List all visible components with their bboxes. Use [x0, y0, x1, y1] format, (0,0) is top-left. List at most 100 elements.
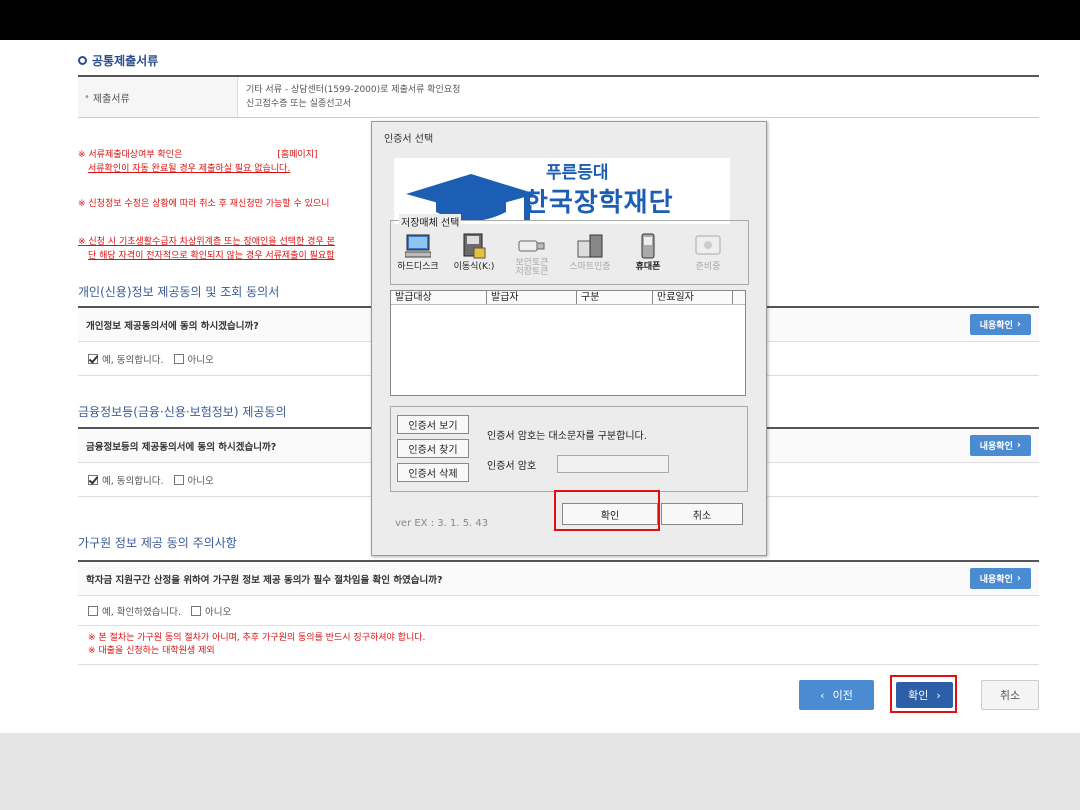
- chevron-right-icon: ›: [1016, 573, 1021, 584]
- certificate-list[interactable]: 발급대상 발급자 구분 만료일자: [390, 290, 746, 396]
- removable-disk-icon: [449, 233, 499, 259]
- chevron-right-icon: ›: [1016, 440, 1021, 451]
- financial-section-title: 금융정보등(금융·신용·보험정보) 제공동의: [78, 405, 287, 419]
- storage-legend: 저장매체 선택: [399, 214, 462, 229]
- note-3: ※ 신청 시 기초생활수급자 차상위계층 또는 장애인을 선택한 경우 본 단 …: [78, 235, 335, 263]
- find-certificate-button[interactable]: 인증서 찾기: [397, 439, 469, 458]
- certificate-actions: 인증서 보기 인증서 찾기 인증서 삭제 인증서 암호는 대소문자를 구분합니다…: [390, 406, 748, 492]
- note-3a: ※ 신청 시 기초생활수급자 차상위계층 또는 장애인을 선택한 경우 본: [78, 237, 335, 247]
- family-yes-label: 예, 확인하였습니다.: [102, 606, 181, 618]
- family-agree-box: 학자금 지원구간 산정을 위하여 가구원 정보 제공 동의가 필수 절차임을 확…: [78, 560, 1039, 665]
- highlight-dialog-ok-box: [554, 490, 660, 531]
- personal-no-checkbox[interactable]: [173, 353, 184, 364]
- dialog-title: 인증서 선택: [384, 134, 434, 145]
- personal-yes-checkbox[interactable]: [88, 353, 98, 364]
- logo-title: 한국장학재단: [524, 188, 674, 218]
- password-label: 인증서 암호: [487, 461, 537, 472]
- cancel-label: 취소: [999, 689, 1021, 702]
- detail-label: 내용확인: [979, 442, 1013, 452]
- docs-line-2: 신고접수증 또는 실종선고서: [246, 99, 352, 109]
- family-no-label: 아니오: [204, 606, 232, 618]
- financial-no-label: 아니오: [187, 475, 214, 487]
- chevron-right-icon: ›: [1016, 319, 1021, 330]
- note-1: ※ 서류제출대상여부 확인은 [홈페이지] 서류확인이 자동 완료될 경우 제출하…: [78, 148, 318, 176]
- financial-yes-label: 예, 동의합니다.: [102, 475, 164, 487]
- financial-detail-button[interactable]: 내용확인 ›: [969, 435, 1031, 456]
- docs-title-text: 공통제출서류: [92, 54, 159, 68]
- family-question-row: 학자금 지원구간 산정을 위하여 가구원 정보 제공 동의가 필수 절차임을 확…: [78, 562, 1039, 596]
- view-certificate-button[interactable]: 인증서 보기: [397, 415, 469, 434]
- col-issuer: 발급자: [487, 291, 577, 304]
- personal-no-label: 아니오: [187, 354, 214, 366]
- family-yes-checkbox[interactable]: [88, 605, 98, 616]
- cancel-button[interactable]: 취소: [981, 680, 1039, 710]
- family-section-title: 가구원 정보 제공 동의 주의사항: [78, 536, 237, 550]
- detail-label: 내용확인: [979, 321, 1013, 331]
- top-bar: [0, 0, 1080, 40]
- chevron-left-icon: ‹: [820, 688, 825, 702]
- smart-auth-icon: [565, 233, 615, 259]
- family-no-checkbox[interactable]: [190, 605, 201, 616]
- family-detail-button[interactable]: 내용확인 ›: [969, 568, 1031, 589]
- delete-certificate-button[interactable]: 인증서 삭제: [397, 463, 469, 482]
- logo-subtitle: 푸른등대: [546, 163, 609, 183]
- preparing-icon: [683, 233, 733, 259]
- col-subject: 발급대상: [391, 291, 487, 304]
- col-expiry: 만료일자: [653, 291, 733, 304]
- certificate-dialog: 인증서 선택 푸른등대 한국장학재단 저장매체 선택 하드디스크 이동식(K:): [371, 121, 767, 556]
- note-3b: 단 해당 자격이 전자적으로 확인되지 않는 경우 서류제출이 필요합: [88, 251, 335, 261]
- storage-media-group: 저장매체 선택 하드디스크 이동식(K:) 보안토큰 저장토큰 스마트인증 휴대…: [390, 214, 749, 285]
- note-2: ※ 신청정보 수정은 상황에 따라 취소 후 재신청만 가능할 수 있으니: [78, 197, 329, 211]
- media-security-token-sublabel: 저장토큰: [515, 267, 549, 277]
- family-note-1: ※ 본 절차는 가구원 동의 절차가 아니며, 추후 가구원의 동의를 반드시 …: [88, 633, 426, 643]
- docs-table: • 제출서류 기타 서류 - 상담센터(1599-2000)로 제출서류 확인요…: [78, 75, 1039, 118]
- password-hint: 인증서 암호는 대소문자를 구분합니다.: [487, 431, 647, 442]
- media-hard-disk-label: 하드디스크: [397, 262, 439, 272]
- note-1b: [홈페이지]: [277, 150, 318, 160]
- note-1c: 서류확인이 자동 완료될 경우 제출하실 필요 없습니다.: [88, 164, 291, 174]
- media-mobile-phone[interactable]: 휴대폰: [623, 233, 673, 272]
- financial-question: 금융정보등의 제공동의서에 동의 하시겠습니까?: [86, 441, 277, 453]
- family-answer-row: 예, 확인하였습니다. 아니오: [78, 596, 1039, 626]
- usb-token-icon: [507, 233, 557, 259]
- media-smart-auth-label: 스마트인증: [569, 262, 611, 272]
- media-smart-auth[interactable]: 스마트인증: [565, 233, 615, 272]
- media-removable[interactable]: 이동식(K:): [449, 233, 499, 272]
- media-preparing-label: 준비중: [695, 262, 721, 272]
- location-pin-icon: [78, 56, 87, 65]
- highlight-confirm-box: [890, 675, 957, 713]
- family-notes: ※ 본 절차는 가구원 동의 절차가 아니며, 추후 가구원의 동의를 반드시 …: [78, 626, 1039, 665]
- password-input[interactable]: [557, 455, 669, 473]
- docs-content: 기타 서류 - 상담센터(1599-2000)로 제출서류 확인요청 신고접수증…: [238, 77, 468, 117]
- media-hard-disk[interactable]: 하드디스크: [393, 233, 443, 272]
- personal-yes-label: 예, 동의합니다.: [102, 354, 164, 366]
- note-1a: ※ 서류제출대상여부 확인은: [78, 150, 183, 160]
- personal-question: 개인정보 제공동의서에 동의 하시겠습니까?: [86, 320, 259, 332]
- media-mobile-phone-label: 휴대폰: [635, 262, 661, 272]
- dialog-cancel-button[interactable]: 취소: [661, 503, 743, 525]
- media-security-token[interactable]: 보안토큰 저장토큰: [507, 233, 557, 277]
- docs-header-text: 제출서류: [92, 93, 130, 105]
- docs-header: • 제출서류: [78, 77, 238, 117]
- financial-yes-checkbox[interactable]: [88, 474, 98, 485]
- media-removable-label: 이동식(K:): [453, 262, 495, 272]
- family-question: 학자금 지원구간 산정을 위하여 가구원 정보 제공 동의가 필수 절차임을 확…: [86, 574, 443, 586]
- family-note-2: ※ 대출을 신청하는 대학원생 제외: [88, 646, 215, 656]
- detail-label: 내용확인: [979, 575, 1013, 585]
- prev-label: 이전: [832, 689, 853, 702]
- col-type: 구분: [577, 291, 653, 304]
- mobile-phone-icon: [623, 233, 673, 259]
- personal-detail-button[interactable]: 내용확인 ›: [969, 314, 1031, 335]
- bullet-icon: •: [84, 91, 90, 103]
- certificate-list-header: 발급대상 발급자 구분 만료일자: [391, 291, 745, 305]
- hard-disk-icon: [393, 233, 443, 259]
- media-preparing: 준비중: [683, 233, 733, 272]
- personal-section-title: 개인(신용)정보 제공동의 및 조회 동의서: [78, 285, 280, 299]
- docs-line-1: 기타 서류 - 상담센터(1599-2000)로 제출서류 확인요청: [246, 85, 461, 95]
- financial-no-checkbox[interactable]: [173, 474, 184, 485]
- note-2-text: ※ 신청정보 수정은 상황에 따라 취소 후 재신청만 가능할 수 있으니: [78, 199, 330, 209]
- docs-section-title: 공통제출서류: [78, 52, 158, 69]
- version-text: ver EX : 3. 1. 5. 43: [395, 518, 489, 529]
- bottom-area: [0, 733, 1080, 810]
- prev-button[interactable]: ‹ 이전: [799, 680, 874, 710]
